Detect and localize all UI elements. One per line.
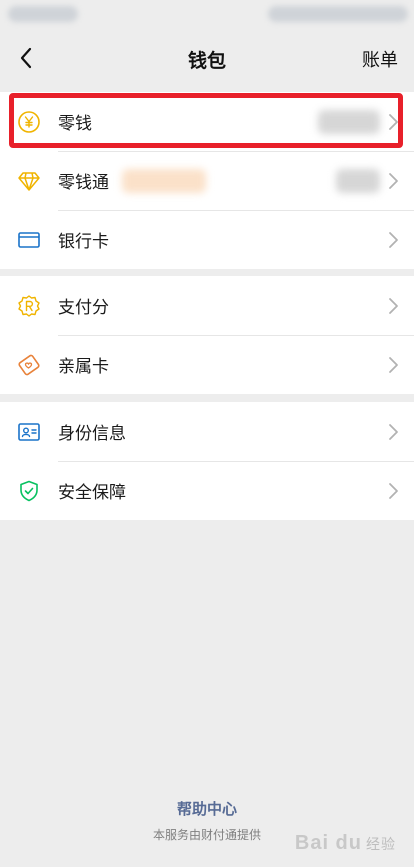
diamond-icon [17,169,41,193]
watermark-sub: 经验 [366,835,396,852]
chevron-right-icon [389,231,398,248]
menu-item-label: 零钱 [58,114,92,134]
back-button[interactable] [12,44,40,72]
menu-item-label: 支付分 [58,298,109,318]
bill-button[interactable]: 账单 [362,46,398,72]
pocket-value-blurred [336,168,380,193]
chevron-right-icon [389,356,398,373]
wallet-group-security: 身份信息 安全保障 [0,402,414,520]
chevron-right-icon [389,113,398,130]
status-bar [0,0,414,30]
coin-yen-icon [17,110,41,134]
menu-item-identity[interactable]: 身份信息 [0,402,414,461]
menu-item-family-card[interactable]: 亲属卡 [0,335,414,394]
chevron-right-icon [389,423,398,440]
menu-item-label: 身份信息 [58,424,126,444]
status-bar-blur-right [268,6,408,22]
page-title: 钱包 [187,49,226,72]
chevron-right-icon [389,482,398,499]
menu-item-change-pocket[interactable]: 零钱通 [0,151,414,210]
menu-item-label: 零钱通 [58,173,109,193]
score-badge-icon [17,294,41,318]
nav-bar: 钱包 账单 [0,30,414,88]
id-card-icon [17,420,41,444]
promo-text-blurred [122,168,206,193]
family-card-icon [17,353,41,377]
menu-item-label: 银行卡 [58,232,109,252]
status-bar-blur-left [8,6,78,22]
menu-item-label: 亲属卡 [58,357,109,377]
menu-item-change[interactable]: 零钱 [0,92,414,151]
watermark-text: Bai du [294,832,362,854]
menu-item-security[interactable]: 安全保障 [0,461,414,520]
balance-value-blurred [318,109,380,134]
wallet-group-balance: 零钱 零钱通 银行卡 [0,92,414,269]
help-center-link[interactable]: 帮助中心 [0,798,414,819]
bank-card-icon [17,228,41,252]
shield-check-icon [17,479,41,503]
chevron-right-icon [389,297,398,314]
wallet-group-credit: 支付分 亲属卡 [0,276,414,394]
menu-item-label: 安全保障 [58,483,126,503]
menu-item-bank-card[interactable]: 银行卡 [0,210,414,269]
menu-item-pay-score[interactable]: 支付分 [0,276,414,335]
chevron-right-icon [389,172,398,189]
back-chevron-icon [20,47,32,69]
baidu-watermark-logo: Bai du 经验 [295,832,396,855]
